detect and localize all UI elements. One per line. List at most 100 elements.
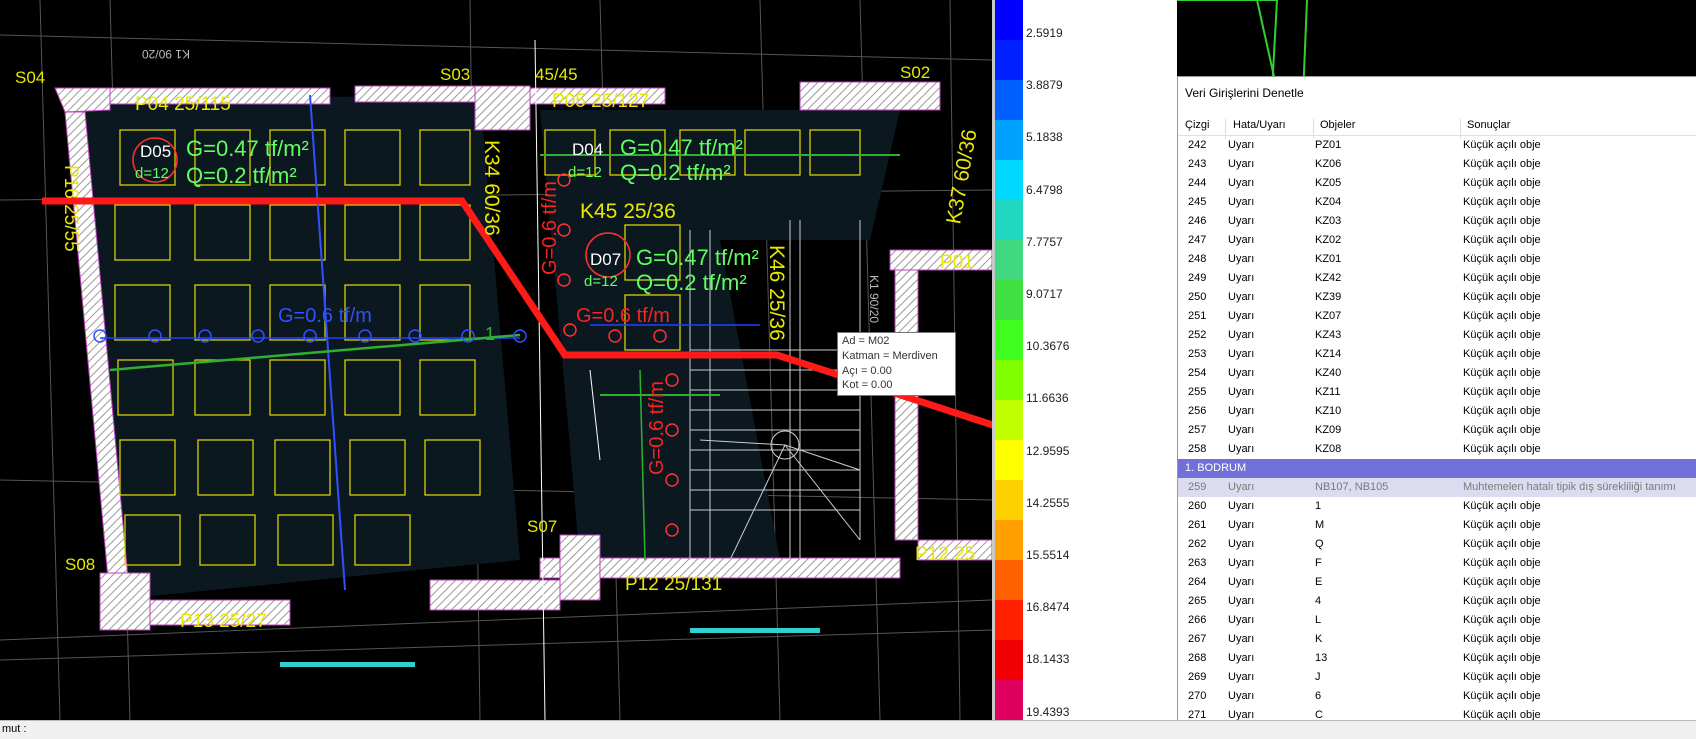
color-scale-bar [995,0,1023,721]
table-group-row[interactable]: 1. BODRUM [1178,459,1696,478]
table-row[interactable]: 254 Uyarı KZ40 Küçük açılı obje [1178,364,1696,383]
label-p12: P12 25/131 [625,574,722,595]
cell-type: Uyarı [1228,253,1255,265]
scale-segment [995,40,1023,81]
table-row[interactable]: 265 Uyarı 4 Küçük açılı obje [1178,592,1696,611]
cell-result: Küçük açılı obje [1463,538,1541,550]
table-row[interactable]: 262 Uyarı Q Küçük açılı obje [1178,535,1696,554]
cell-result: Küçük açılı obje [1463,519,1541,531]
table-row[interactable]: 243 Uyarı KZ06 Küçük açılı obje [1178,155,1696,174]
table-row[interactable]: 263 Uyarı F Küçük açılı obje [1178,554,1696,573]
cell-objects: KZ09 [1315,424,1342,436]
table-row[interactable]: 269 Uyarı J Küçük açılı obje [1178,668,1696,687]
scale-segment [995,360,1023,401]
label-d07: D07 [590,250,621,269]
table-row[interactable]: 260 Uyarı 1 Küçük açılı obje [1178,497,1696,516]
command-prompt: mut : [2,723,27,735]
label-45-45: 45/45 [535,65,578,84]
table-row[interactable]: 266 Uyarı L Küçük açılı obje [1178,611,1696,630]
table-row[interactable]: 247 Uyarı KZ02 Küçük açılı obje [1178,231,1696,250]
label-d05-g: G=0.47 tf/m² [186,136,309,161]
table-row[interactable]: 253 Uyarı KZ14 Küçük açılı obje [1178,345,1696,364]
cell-result: Küçük açılı obje [1463,557,1541,569]
cell-objects: KZ10 [1315,405,1342,417]
table-row[interactable]: 261 Uyarı M Küçük açılı obje [1178,516,1696,535]
table-row[interactable]: 248 Uyarı KZ01 Küçük açılı obje [1178,250,1696,269]
label-s02: S02 [900,63,930,82]
table-row[interactable]: 249 Uyarı KZ42 Küçük açılı obje [1178,269,1696,288]
table-row[interactable]: 242 Uyarı PZ01 Küçük açılı obje [1178,136,1696,155]
table-row[interactable]: 270 Uyarı 6 Küçük açılı obje [1178,687,1696,706]
label-p01: P01 [940,252,974,273]
cell-line: 261 [1188,519,1207,531]
dialog-titlebar[interactable]: Veri Girişlerini Denetle [1178,77,1696,106]
cell-result: Küçük açılı obje [1463,614,1541,626]
tooltip-name: Ad = M02 [842,335,890,347]
scale-value-label: 14.2555 [1026,495,1070,510]
cell-result: Küçük açılı obje [1463,405,1541,417]
table-row[interactable]: 244 Uyarı KZ05 Küçük açılı obje [1178,174,1696,193]
table-row[interactable]: 250 Uyarı KZ39 Küçük açılı obje [1178,288,1696,307]
cell-line: 253 [1188,348,1207,360]
cell-type: Uyarı [1228,405,1255,417]
label-s03: S03 [440,65,470,84]
scale-segment [995,680,1023,721]
cell-type: Uyarı [1228,158,1255,170]
table-row[interactable]: 257 Uyarı KZ09 Küçük açılı obje [1178,421,1696,440]
scale-segment [995,440,1023,481]
table-row[interactable]: 264 Uyarı E Küçük açılı obje [1178,573,1696,592]
cell-objects: NB107, NB105 [1315,481,1389,493]
cell-line: 263 [1188,557,1207,569]
table-row[interactable]: 256 Uyarı KZ10 Küçük açılı obje [1178,402,1696,421]
label-k37: K37 60/36 [942,128,981,226]
scale-value-label: 11.6636 [1026,391,1069,406]
status-bar: mut : [0,720,1696,739]
cell-line: 250 [1188,291,1207,303]
cell-result: Küçük açılı obje [1463,158,1541,170]
cell-objects: F [1315,557,1322,569]
label-d04-d: d=12 [568,164,602,181]
cell-line: 256 [1188,405,1207,417]
table-row[interactable]: 267 Uyarı K Küçük açılı obje [1178,630,1696,649]
table-row[interactable]: 245 Uyarı KZ04 Küçük açılı obje [1178,193,1696,212]
cell-type: Uyarı [1228,500,1255,512]
cell-objects: 4 [1315,595,1322,607]
windows [280,628,820,667]
label-d05-d: d=12 [135,165,169,182]
table-row[interactable]: 251 Uyarı KZ07 Küçük açılı obje [1178,307,1696,326]
label-load-red: G=0.6 tf/m [576,305,670,327]
cell-result: Küçük açılı obje [1463,500,1541,512]
scale-value-label: 6.4798 [1026,182,1063,197]
check-data-dialog[interactable]: Veri Girişlerini Denetle Çizgi Hata/Uyar… [1177,76,1696,739]
label-k34: K34 60/36 [480,140,503,236]
cell-result: Küçük açılı obje [1463,348,1541,360]
cell-line: 247 [1188,234,1207,246]
cell-objects: 13 [1315,652,1328,664]
table-row[interactable]: 268 Uyarı 13 Küçük açılı obje [1178,649,1696,668]
cell-objects: KZ14 [1315,348,1342,360]
cell-result: Küçük açılı obje [1463,424,1541,436]
cell-result: Küçük açılı obje [1463,652,1541,664]
table-row[interactable]: 259 Uyarı NB107, NB105 Muhtemelen hatalı ti… [1178,478,1696,497]
table-row[interactable]: 252 Uyarı KZ43 Küçük açılı obje [1178,326,1696,345]
label-d07-d: d=12 [584,273,618,290]
cell-type: Uyarı [1228,272,1255,284]
scale-segment [995,200,1023,241]
cell-type: Uyarı [1228,538,1255,550]
cell-objects: KZ40 [1315,367,1342,379]
table-row[interactable]: 258 Uyarı KZ08 Küçük açılı obje [1178,440,1696,459]
table-row[interactable]: 255 Uyarı KZ11 Küçük açılı obje [1178,383,1696,402]
cell-type: Uyarı [1228,291,1255,303]
cell-type: Uyarı [1228,329,1255,341]
label-left-p: P16 25/55 [60,165,81,252]
scale-segment [995,480,1023,521]
cell-type: Uyarı [1228,234,1255,246]
label-d05-q: Q=0.2 tf/m² [186,163,297,188]
scale-value-label: 10.3676 [1026,339,1070,354]
scale-segment [995,240,1023,281]
cell-type: Uyarı [1228,633,1255,645]
table-row[interactable]: 246 Uyarı KZ03 Küçük açılı obje [1178,212,1696,231]
scale-segment [995,600,1023,641]
cad-drawing-canvas[interactable]: S04 S03 S02 S07 S08 45/45 P04 25/115 P05… [0,0,992,720]
cell-type: Uyarı [1228,196,1255,208]
